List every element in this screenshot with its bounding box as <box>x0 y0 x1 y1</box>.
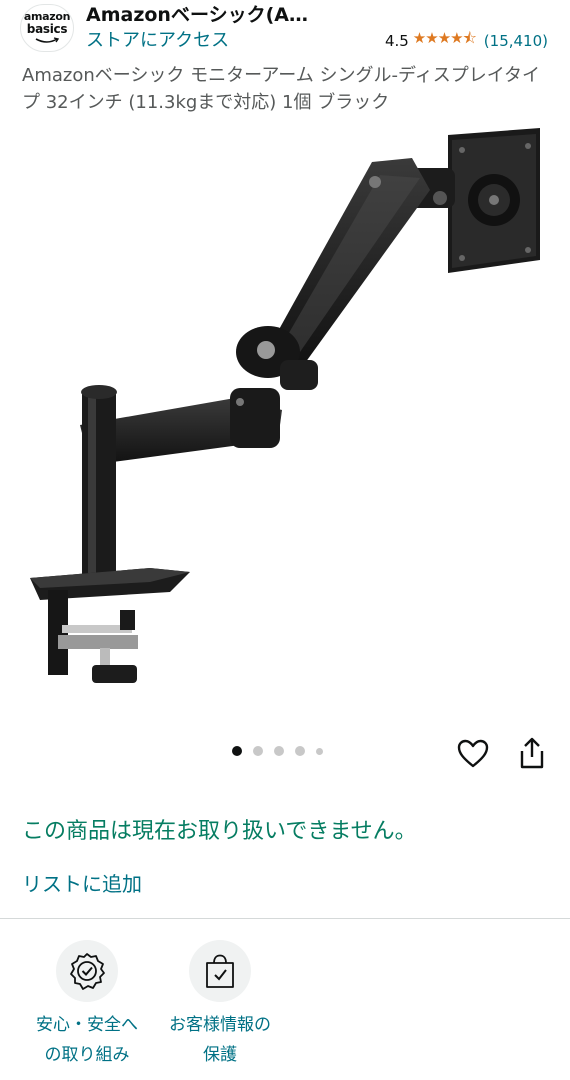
heart-icon[interactable] <box>456 737 490 771</box>
product-title: Amazonベーシック モニターアーム シングル-ディスプレイタイプ 32インチ… <box>22 65 541 113</box>
trust-label-line2: 保護 <box>203 1045 237 1065</box>
carousel-dot-2[interactable] <box>253 746 263 756</box>
rating-count[interactable]: (15,410) <box>484 32 548 50</box>
amazon-basics-logo[interactable]: amazon basics <box>20 4 74 52</box>
trust-icon-circle <box>189 940 251 1002</box>
share-icon[interactable] <box>516 735 548 771</box>
trust-label-line1: 安心・安全へ <box>36 1015 138 1035</box>
shield-check-icon <box>70 953 105 990</box>
store-header: amazon basics Amazonベーシック(A… ストアにアクセス 4.… <box>0 0 570 60</box>
trust-label-line1: お客様情報の <box>169 1015 271 1035</box>
store-name[interactable]: Amazonベーシック(A… <box>86 0 308 27</box>
rating-value: 4.5 <box>384 31 409 50</box>
carousel-dot-4[interactable] <box>295 746 305 756</box>
image-carousel-dots[interactable] <box>232 746 323 756</box>
trust-icon-circle <box>56 940 118 1002</box>
availability-message: この商品は現在お取り扱いできません。 <box>22 819 417 844</box>
star-rating-icon: ★★★★⯪ <box>412 29 477 47</box>
add-to-list-link[interactable]: リストに追加 <box>22 868 142 897</box>
carousel-dot-5[interactable] <box>316 747 323 755</box>
visit-store-link[interactable]: ストアにアクセス <box>86 26 229 52</box>
trust-item-safety[interactable]: 安心・安全へ の取り組み <box>22 940 152 1070</box>
trust-label-safety: 安心・安全へ の取り組み <box>22 1010 152 1070</box>
section-divider <box>0 918 570 919</box>
rating-summary[interactable]: 4.5 ★★★★⯪ (15,410) <box>385 28 548 53</box>
trust-label-privacy: お客様情報の 保護 <box>155 1010 285 1070</box>
smile-arrow-icon <box>35 37 59 43</box>
trust-item-privacy[interactable]: お客様情報の 保護 <box>155 940 285 1070</box>
carousel-dot-3[interactable] <box>274 746 284 756</box>
monitor-arm-image[interactable] <box>0 120 570 720</box>
secure-bag-icon <box>206 954 234 988</box>
carousel-dot-1[interactable] <box>232 746 242 756</box>
logo-text-line2: basics <box>26 22 68 36</box>
trust-label-line2: の取り組み <box>44 1045 130 1065</box>
